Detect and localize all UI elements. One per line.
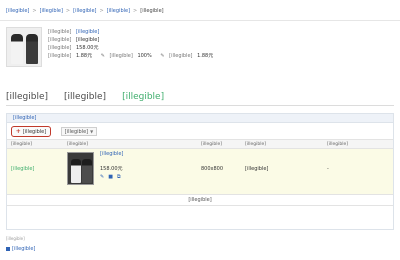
mobile-bid-label: [illegible] — [169, 53, 193, 59]
table-header: [illegible] [illegible] [illegible] [ill… — [7, 139, 393, 149]
breadcrumb-standard-promotion[interactable]: [illegible] — [40, 8, 63, 14]
column-status[interactable]: [illegible] — [7, 140, 63, 148]
creative-impressions: - — [327, 166, 329, 172]
column-impressions[interactable]: [illegible] — [323, 140, 393, 148]
footnote: [illegible] — [6, 236, 25, 241]
creative-size: 800x800 — [201, 166, 224, 172]
creative-cell: [illegible] 158.00元 ✎ ■ ⧉ — [63, 149, 197, 194]
edit-icon[interactable]: ✎ — [160, 52, 164, 60]
tab-creative[interactable]: [illegible] — [122, 90, 164, 104]
creative-status: [illegible] — [11, 166, 35, 172]
tab-targeted-promotion[interactable]: [illegible] — [64, 90, 106, 104]
product-figure-black — [26, 34, 38, 64]
column-creative[interactable]: [illegible] — [63, 140, 197, 148]
creative-device: [illegible] — [245, 166, 269, 172]
creative-copy-icon[interactable]: ⧉ — [117, 174, 121, 180]
tab-keyword-promotion[interactable]: [illegible] — [6, 90, 48, 104]
edit-icon[interactable]: ✎ — [101, 52, 105, 60]
creative-toolbar: + [illegible] [illegible] ▼ — [7, 123, 393, 139]
traffic-split-label: [illegible] — [64, 128, 89, 135]
column-device[interactable]: [illegible] — [241, 140, 323, 148]
plus-icon: + — [15, 128, 21, 135]
manage-icon — [6, 247, 10, 251]
product-title-label: [illegible] — [48, 29, 72, 35]
creative-panel: [illegible] + [illegible] [illegible] ▼ … — [6, 113, 394, 230]
promotion-tabs: [illegible] [illegible] [illegible] — [6, 88, 180, 104]
breadcrumb-plan[interactable]: [illegible] — [73, 8, 96, 14]
product-thumbnail — [6, 27, 42, 67]
creative-title-link[interactable]: [illegible] — [100, 151, 192, 158]
panel-title: [illegible] — [7, 114, 393, 123]
product-title-link[interactable]: [illegible] — [76, 29, 99, 35]
manage-creatives-label: [illegible] — [12, 246, 36, 252]
breadcrumb-current: [illegible] — [140, 8, 164, 14]
add-creative-label: [illegible] — [22, 128, 47, 135]
product-price: 158.00元 — [75, 45, 99, 51]
breadcrumb: [illegible] > [illegible] > [illegible] … — [6, 5, 394, 17]
creative-thumbnail[interactable] — [67, 152, 94, 185]
manage-creatives-link[interactable]: [illegible] — [6, 245, 35, 253]
mobile-discount-label: [illegible] — [109, 53, 133, 59]
table-row: [illegible] [illegible] 158.00元 ✎ ■ ⧉ 80… — [7, 149, 393, 195]
product-price-row: [illegible] 158.00元 — [48, 44, 388, 52]
default-bid-label: [illegible] — [48, 53, 72, 59]
tabs-divider — [6, 105, 394, 106]
table-total-row: [illegible] — [7, 195, 393, 206]
header-divider — [0, 20, 400, 21]
creative-actions: ✎ ■ ⧉ — [100, 174, 125, 180]
breadcrumb-separator: > — [32, 8, 37, 14]
creative-edit-icon[interactable]: ✎ — [100, 174, 104, 180]
creative-figure-white — [71, 159, 81, 183]
product-bid-row: [illegible] 1.88元 ✎ [illegible] 100% ✎ [… — [48, 52, 388, 60]
product-category-row: [illegible] [illegible] — [48, 36, 388, 44]
traffic-split-button[interactable]: [illegible] ▼ — [61, 127, 97, 136]
creative-figure-black — [82, 159, 92, 183]
breadcrumb-separator: > — [133, 8, 138, 14]
product-category-label: [illegible] — [48, 37, 72, 43]
table-total-label: [illegible] — [188, 197, 212, 203]
breadcrumb-separator: > — [99, 8, 104, 14]
product-info: [illegible] [illegible] [illegible] [ill… — [48, 28, 388, 60]
creative-delete-icon[interactable]: ■ — [108, 174, 113, 180]
caret-down-icon: ▼ — [90, 129, 94, 134]
product-category: [illegible] — [75, 37, 100, 43]
breadcrumb-home[interactable]: [illegible] — [6, 8, 29, 14]
product-price-label: [illegible] — [48, 45, 72, 51]
column-size[interactable]: [illegible] — [197, 140, 241, 148]
mobile-discount-value: 100% — [137, 53, 152, 59]
mobile-bid-value: 1.88元 — [197, 53, 214, 59]
add-creative-button[interactable]: + [illegible] — [11, 126, 51, 137]
breadcrumb-separator: > — [65, 8, 71, 14]
default-bid-value: 1.88元 — [75, 53, 93, 59]
product-summary: [illegible] [illegible] [illegible] [ill… — [6, 27, 394, 75]
creative-price: 158.00元 — [100, 166, 123, 172]
breadcrumb-item[interactable]: [illegible] — [107, 8, 130, 14]
product-figure-white — [11, 34, 23, 64]
product-title-row: [illegible] [illegible] — [48, 28, 388, 36]
